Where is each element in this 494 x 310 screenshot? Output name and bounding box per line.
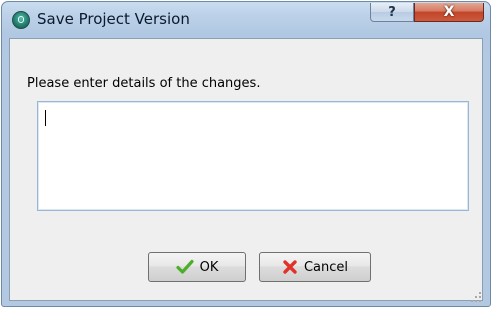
cancel-button[interactable]: Cancel	[259, 252, 371, 282]
window-title: Save Project Version	[37, 10, 190, 28]
change-details-input[interactable]	[37, 101, 469, 211]
text-cursor	[45, 110, 46, 126]
red-x-icon	[283, 260, 297, 274]
ok-button[interactable]: OK	[148, 252, 246, 282]
title-bar[interactable]: Save Project Version ? X	[2, 2, 490, 38]
app-icon	[12, 11, 30, 29]
close-button[interactable]: X	[414, 3, 484, 22]
checkmark-icon	[176, 259, 194, 274]
ok-button-label: OK	[199, 259, 219, 275]
prompt-label: Please enter details of the changes.	[27, 76, 261, 91]
help-button[interactable]: ?	[370, 3, 414, 22]
cancel-button-label: Cancel	[303, 259, 349, 275]
resize-grip-icon[interactable]	[470, 291, 482, 303]
